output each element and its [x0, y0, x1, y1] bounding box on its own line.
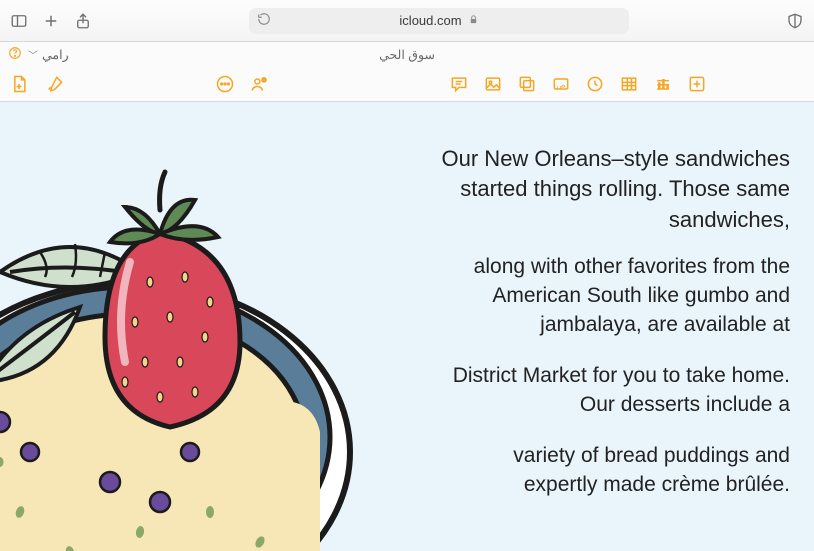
image-icon[interactable] — [482, 73, 504, 95]
svg-text:ص: ص — [556, 80, 566, 89]
share-icon[interactable] — [74, 12, 92, 30]
paragraph-3: District Market for you to take home. Ou… — [370, 362, 790, 420]
table-icon[interactable] — [618, 73, 640, 95]
help-icon[interactable] — [8, 46, 22, 63]
toolbar-left — [8, 73, 66, 95]
sidebar-toggle-icon[interactable] — [10, 12, 28, 30]
toolbar-middle — [214, 73, 270, 95]
reload-icon[interactable] — [257, 12, 271, 29]
chevron-down-icon: ﹀ — [28, 47, 38, 62]
app-toolbar: ص — [0, 66, 814, 102]
collaborate-icon[interactable] — [248, 73, 270, 95]
address-bar-wrap: icloud.com — [106, 8, 772, 34]
new-tab-icon[interactable] — [42, 12, 60, 30]
browser-left-controls — [10, 12, 92, 30]
privacy-shield-icon[interactable] — [786, 12, 804, 30]
app-header: ﹀ رامي سوق الحي — [0, 42, 814, 66]
user-name: رامي — [42, 47, 69, 62]
chart-icon[interactable] — [652, 73, 674, 95]
document-new-icon[interactable] — [8, 73, 30, 95]
format-brush-icon[interactable] — [44, 73, 66, 95]
shape-icon[interactable] — [516, 73, 538, 95]
lock-icon — [468, 14, 479, 28]
browser-right-controls — [786, 12, 804, 30]
paragraph-2: along with other favorites from the Amer… — [370, 253, 790, 340]
clock-icon[interactable] — [584, 73, 606, 95]
document-title: سوق الحي — [379, 47, 435, 62]
comment-icon[interactable] — [448, 73, 470, 95]
paragraph-1: Our New Orleans–style sandwiches started… — [370, 144, 790, 235]
address-bar[interactable]: icloud.com — [249, 8, 629, 34]
toolbar-right: ص — [448, 73, 708, 95]
paragraph-4: variety of bread puddings and expertly m… — [370, 442, 790, 500]
user-menu[interactable]: ﹀ رامي — [8, 46, 69, 63]
browser-chrome: icloud.com — [0, 0, 814, 42]
body-text: Our New Orleans–style sandwiches started… — [370, 144, 790, 522]
dessert-illustration — [0, 152, 380, 551]
add-icon[interactable] — [686, 73, 708, 95]
document-canvas[interactable]: Our New Orleans–style sandwiches started… — [0, 102, 814, 551]
text-box-icon[interactable]: ص — [550, 73, 572, 95]
more-icon[interactable] — [214, 73, 236, 95]
address-text: icloud.com — [399, 13, 461, 28]
